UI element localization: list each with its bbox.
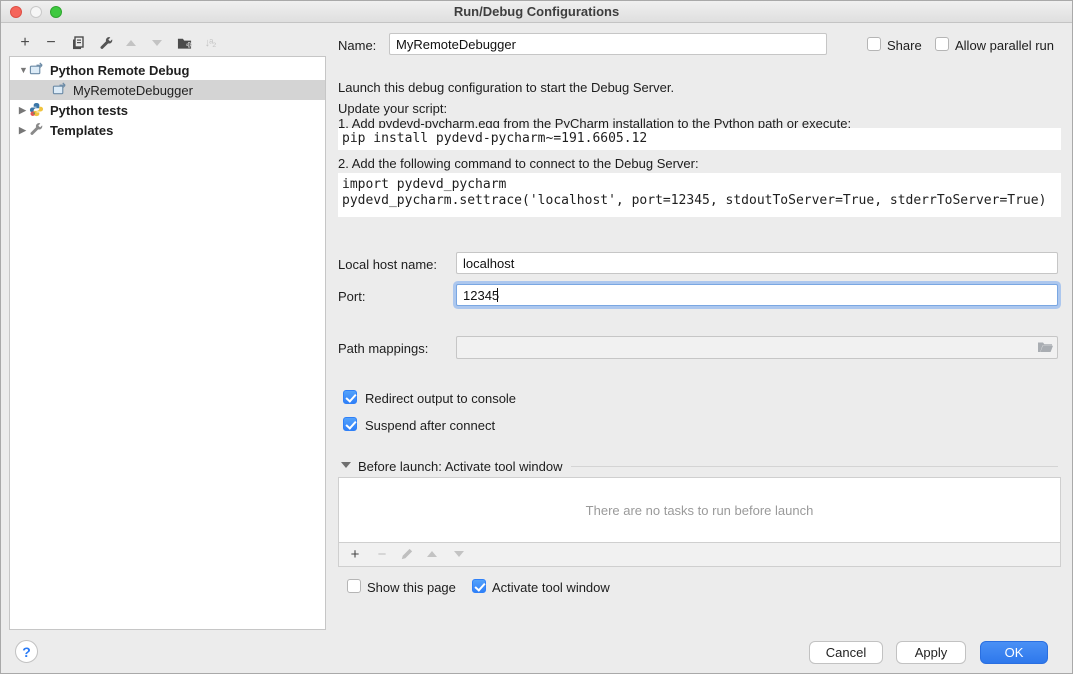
configurations-tree: ▼ Python Remote Debug MyRemoteDebugger ▶… [9,56,326,630]
tree-item-myremotedebugger[interactable]: MyRemoteDebugger [10,80,325,100]
path-mappings-label: Path mappings: [338,341,428,356]
before-launch-collapse-icon[interactable] [341,462,351,468]
title-bar: Run/Debug Configurations [1,1,1072,23]
sort-alphabetically-icon: ↓ᵃ₂ [201,34,219,52]
move-down-icon [148,34,166,52]
add-configuration-button[interactable]: + [16,34,34,52]
edit-task-pencil-icon [399,546,415,562]
add-task-button[interactable]: + [347,546,363,562]
local-host-name-label: Local host name: [338,257,437,272]
suspend-after-connect-checkbox[interactable] [343,417,357,431]
name-input[interactable] [389,33,827,55]
settrace-code: import pydevd_pycharm pydevd_pycharm.set… [338,173,1061,217]
create-folder-icon[interactable] [175,34,193,52]
remove-configuration-button[interactable]: − [42,34,60,52]
remote-debug-config-icon [52,82,68,98]
redirect-output-label: Redirect output to console [365,391,516,406]
tree-item-python-remote-debug[interactable]: ▼ Python Remote Debug [10,60,325,80]
browse-folder-icon[interactable] [1037,340,1053,354]
activate-tool-window-label: Activate tool window [492,580,610,595]
share-checkbox-label: Share [887,38,922,53]
pip-install-code: pip install pydevd-pycharm~=191.6605.12 [338,128,1061,150]
no-tasks-message: There are no tasks to run before launch [586,503,814,518]
remote-debug-config-icon [29,62,45,78]
tree-item-label: Templates [50,123,113,138]
copy-configuration-icon[interactable] [69,34,87,52]
tree-item-python-tests[interactable]: ▶ Python tests [10,100,325,120]
remove-task-button: − [374,546,390,562]
chevron-collapsed-icon[interactable]: ▶ [19,125,29,136]
settrace-code-line-2: pydevd_pycharm.settrace('localhost', por… [342,193,1046,208]
allow-parallel-run-label: Allow parallel run [955,38,1054,53]
move-up-icon [122,34,140,52]
text-caret [497,288,498,302]
settrace-code-line-1: import pydevd_pycharm [342,177,506,192]
before-launch-title: Before launch: Activate tool window [358,459,563,474]
name-label: Name: [338,38,376,53]
step-2-text: 2. Add the following command to connect … [338,156,699,171]
chevron-expanded-icon[interactable]: ▼ [19,65,29,75]
redirect-output-checkbox[interactable] [343,390,357,404]
allow-parallel-run-checkbox[interactable] [935,37,949,51]
cancel-button[interactable]: Cancel [809,641,883,664]
task-list-toolbar: + − [338,543,1061,567]
show-this-page-checkbox[interactable] [347,579,361,593]
run-debug-configurations-dialog: Run/Debug Configurations + − ↓ᵃ₂ ▼ Pytho… [0,0,1073,674]
port-label: Port: [338,289,365,304]
tree-item-label: Python tests [50,103,128,118]
show-this-page-label: Show this page [367,580,456,595]
chevron-collapsed-icon[interactable]: ▶ [19,105,29,116]
tree-item-label: Python Remote Debug [50,63,189,78]
move-task-down-icon [451,546,467,562]
tree-item-label: MyRemoteDebugger [73,83,193,98]
before-launch-task-list[interactable]: There are no tasks to run before launch [338,477,1061,543]
help-button[interactable]: ? [15,640,38,663]
path-mappings-input[interactable] [456,336,1058,359]
suspend-after-connect-label: Suspend after connect [365,418,495,433]
description-line-1: Launch this debug configuration to start… [338,80,674,95]
share-checkbox[interactable] [867,37,881,51]
window-title: Run/Debug Configurations [1,4,1072,19]
ok-button[interactable]: OK [980,641,1048,664]
move-task-up-icon [424,546,440,562]
python-tests-icon [29,102,45,118]
templates-wrench-icon [29,122,45,138]
tree-item-templates[interactable]: ▶ Templates [10,120,325,140]
before-launch-separator [571,466,1058,467]
port-input[interactable] [456,284,1058,306]
apply-button[interactable]: Apply [896,641,966,664]
edit-defaults-wrench-icon[interactable] [97,34,115,52]
local-host-name-input[interactable] [456,252,1058,274]
activate-tool-window-checkbox[interactable] [472,579,486,593]
